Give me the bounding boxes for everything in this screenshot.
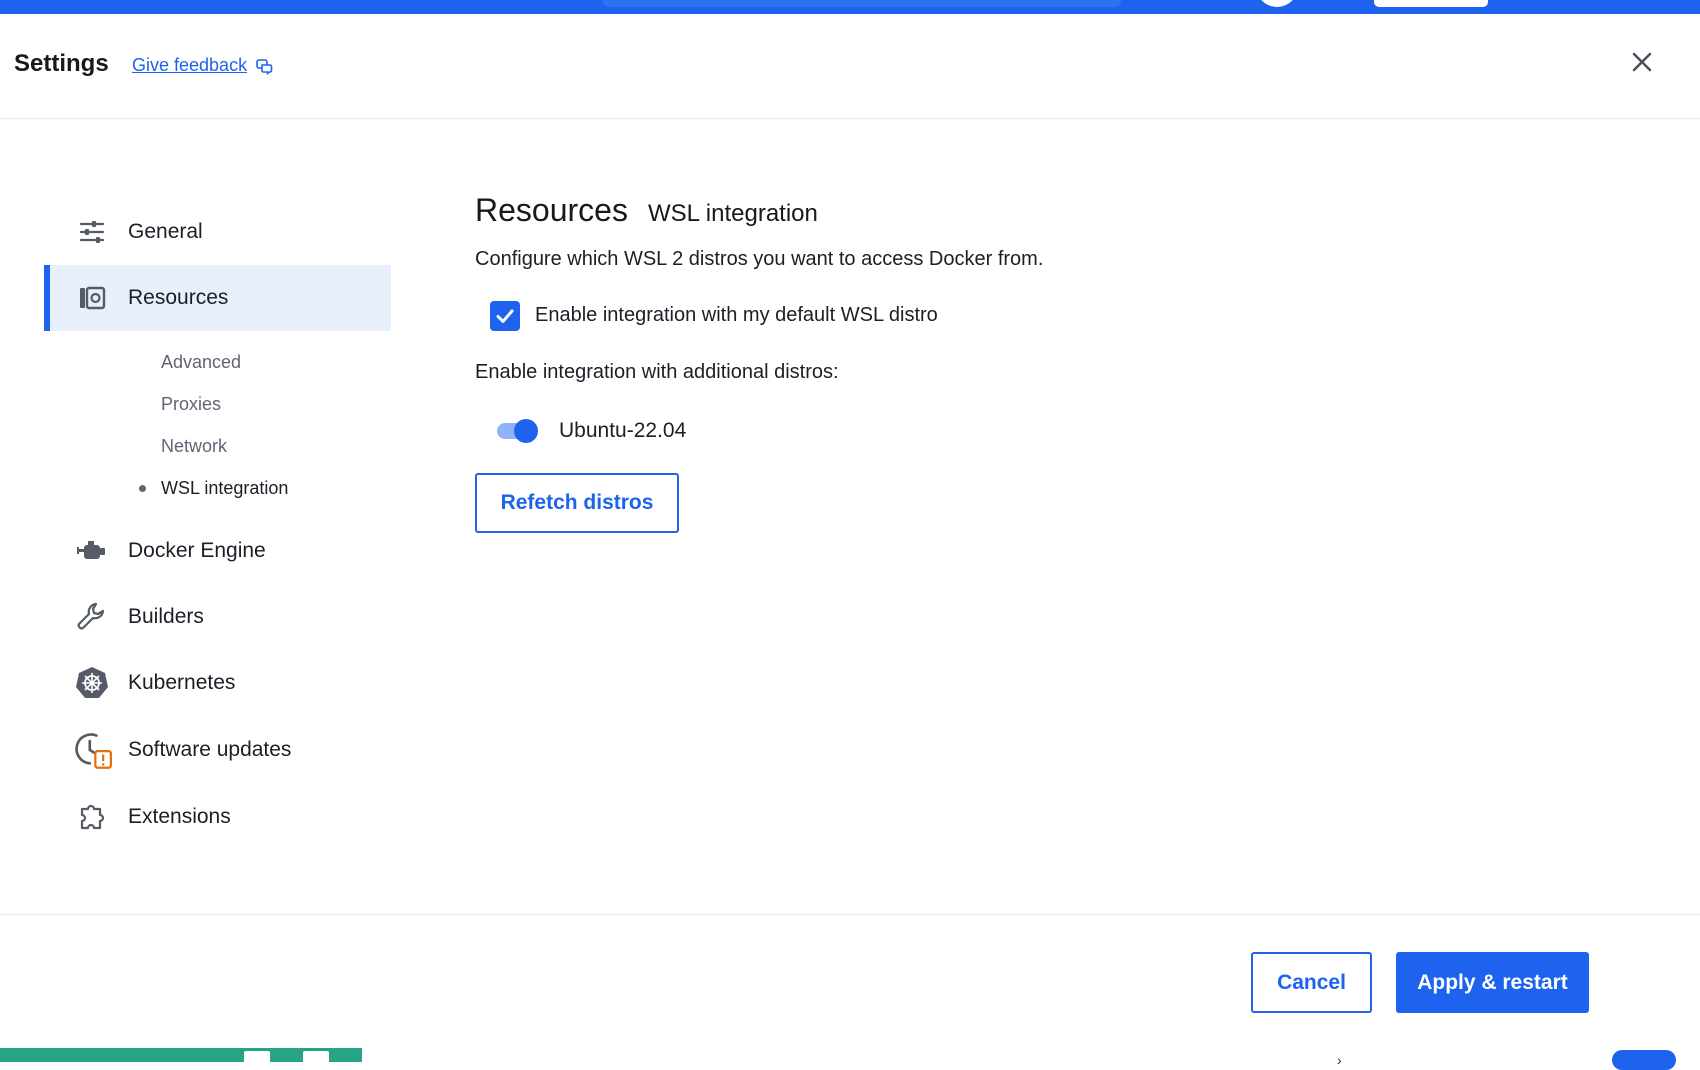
kubernetes-icon xyxy=(76,667,108,698)
top-sign-in-button[interactable] xyxy=(1374,0,1488,7)
ubuntu-distro-toggle[interactable] xyxy=(495,416,543,446)
engine-control-button[interactable] xyxy=(303,1051,329,1062)
refetch-distros-button[interactable]: Refetch distros xyxy=(475,473,679,533)
distro-name: Ubuntu-22.04 xyxy=(559,419,687,442)
sidebar-subitem-proxies[interactable]: Proxies xyxy=(161,394,221,415)
update-clock-icon xyxy=(75,733,112,769)
footer-divider xyxy=(0,914,1700,915)
sidebar-item-label: Extensions xyxy=(128,805,231,828)
sidebar-item-kubernetes[interactable]: Kubernetes xyxy=(44,650,391,716)
close-icon[interactable] xyxy=(1628,48,1656,76)
wrench-icon xyxy=(77,602,105,630)
sidebar-subitem-network[interactable]: Network xyxy=(161,436,227,457)
top-search-bar[interactable] xyxy=(603,0,1121,7)
apply-restart-button[interactable]: Apply & restart xyxy=(1396,952,1589,1013)
sidebar-item-label: Kubernetes xyxy=(128,671,236,694)
sidebar-item-label: Docker Engine xyxy=(128,539,266,562)
default-distro-checkbox[interactable] xyxy=(490,301,520,331)
sidebar-subitem-wsl-integration[interactable]: WSL integration xyxy=(161,478,288,499)
default-distro-label: Enable integration with my default WSL d… xyxy=(535,304,938,326)
sidebar-item-label: Builders xyxy=(128,605,204,628)
sidebar-item-label: Resources xyxy=(128,286,229,309)
notification-badge[interactable] xyxy=(1612,1050,1676,1070)
checkmark-icon xyxy=(496,309,514,323)
sidebar-item-resources[interactable]: Resources xyxy=(44,265,391,331)
app-top-bar xyxy=(0,0,1700,14)
sidebar-item-software-updates[interactable]: Software updates xyxy=(44,717,391,783)
section-description: Configure which WSL 2 distros you want t… xyxy=(475,248,1044,270)
sidebar-item-extensions[interactable]: Extensions xyxy=(44,784,391,850)
engine-status-indicator[interactable] xyxy=(0,1048,362,1062)
additional-distros-label: Enable integration with additional distr… xyxy=(475,361,839,383)
user-avatar[interactable] xyxy=(1256,0,1298,7)
sliders-icon xyxy=(79,221,105,243)
cancel-button[interactable]: Cancel xyxy=(1251,952,1372,1013)
sidebar-item-label: General xyxy=(128,220,203,243)
sidebar-item-label: Software updates xyxy=(128,738,292,761)
sidebar-item-builders[interactable]: Builders xyxy=(44,584,391,650)
resources-icon xyxy=(80,286,106,310)
sidebar-subitem-advanced[interactable]: Advanced xyxy=(161,352,241,373)
chevron-right-icon[interactable]: › xyxy=(1337,1052,1342,1068)
settings-header: Settings Give feedback xyxy=(0,14,1700,119)
sidebar-item-general[interactable]: General xyxy=(44,199,391,265)
puzzle-icon xyxy=(80,804,105,830)
give-feedback-link[interactable]: Give feedback xyxy=(132,55,247,76)
page-title: Settings xyxy=(14,50,109,77)
engine-icon xyxy=(77,541,105,559)
feedback-icon[interactable] xyxy=(255,57,273,75)
section-subtitle: WSL integration xyxy=(648,200,818,227)
sidebar-item-docker-engine[interactable]: Docker Engine xyxy=(44,518,391,584)
current-item-indicator xyxy=(139,485,146,492)
engine-control-button[interactable] xyxy=(244,1051,270,1062)
section-title: Resources xyxy=(475,192,628,228)
toggle-thumb xyxy=(514,419,538,443)
